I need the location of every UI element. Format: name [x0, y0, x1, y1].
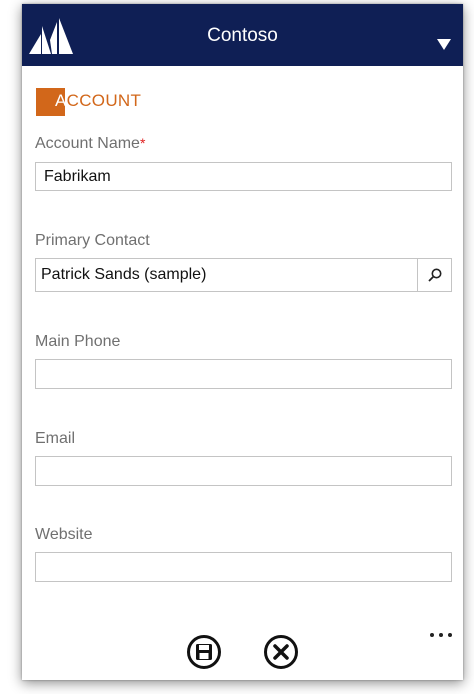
ellipsis-dot — [439, 633, 443, 637]
app-title: Contoso — [207, 25, 278, 46]
close-icon[interactable] — [263, 634, 299, 670]
lookup-search-button[interactable] — [417, 259, 451, 291]
entity-type-text: ACCOUNT — [36, 91, 141, 111]
app-window: Contoso ACCOUNT Account Name* Primary Co… — [22, 4, 463, 680]
ellipsis-dot — [448, 633, 452, 637]
main-phone-label: Main Phone — [35, 333, 121, 350]
email-input[interactable] — [35, 456, 452, 486]
required-marker: * — [139, 135, 146, 151]
primary-contact-lookup[interactable]: Patrick Sands (sample) — [35, 258, 452, 292]
website-label: Website — [35, 526, 93, 543]
dropdown-triangle-icon[interactable] — [435, 36, 453, 52]
save-icon[interactable] — [186, 634, 222, 670]
email-label: Email — [35, 430, 76, 447]
website-input[interactable] — [35, 552, 452, 582]
primary-contact-label: Primary Contact — [35, 232, 150, 249]
account-name-label-text: Account Name — [35, 135, 140, 152]
top-navigation-bar: Contoso — [22, 4, 463, 66]
entity-type-initial: A — [55, 91, 67, 110]
ellipsis-dot — [430, 633, 434, 637]
primary-contact-value[interactable]: Patrick Sands (sample) — [41, 259, 206, 291]
more-ellipsis-icon[interactable] — [429, 628, 455, 642]
entity-type-label: ACCOUNT — [36, 88, 141, 116]
account-name-label: Account Name* — [35, 135, 145, 153]
main-phone-input[interactable] — [35, 359, 452, 389]
entity-type-rest: CCOUNT — [66, 91, 142, 110]
account-name-input[interactable] — [35, 162, 452, 191]
search-icon[interactable] — [427, 267, 443, 283]
